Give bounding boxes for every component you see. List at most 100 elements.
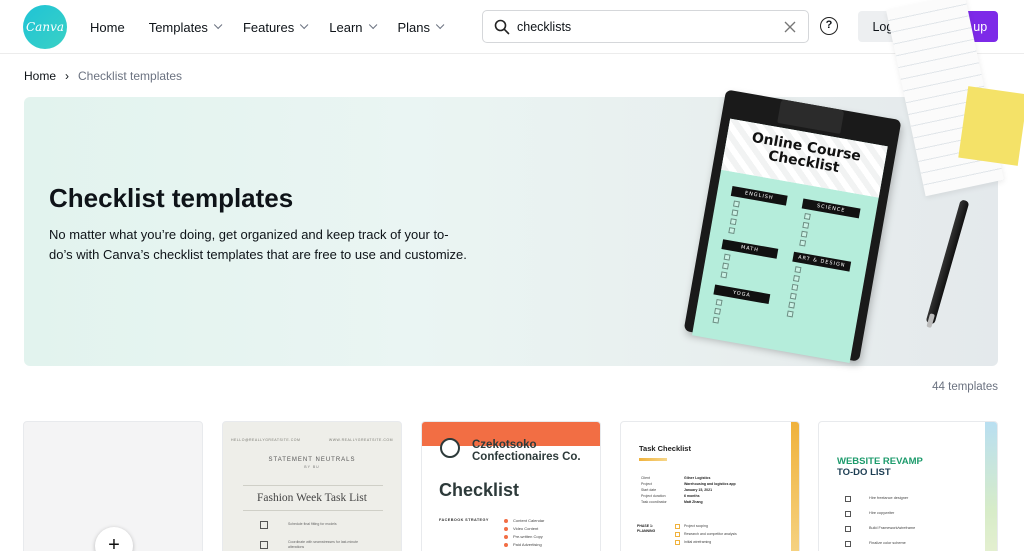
card-text: Gilner Logistics bbox=[684, 476, 711, 480]
checklist-sheet: Online Course Checklist ENGLISH SCIENCE … bbox=[691, 118, 888, 364]
checkbox-icon bbox=[722, 262, 729, 270]
card-text: Project scoping bbox=[684, 524, 708, 528]
card-text: Initial wireframing bbox=[684, 540, 712, 544]
template-card-task-checklist[interactable]: Task Checklist Client Gilner Logistics Pr… bbox=[620, 421, 800, 551]
nav-item-templates[interactable]: Templates bbox=[148, 18, 223, 36]
chevron-right-icon: › bbox=[65, 69, 70, 83]
search-box[interactable] bbox=[482, 10, 809, 43]
breadcrumb: Home › Checklist templates bbox=[24, 69, 182, 83]
page-description: No matter what you’re doing, get organiz… bbox=[49, 227, 467, 262]
search-input[interactable] bbox=[517, 17, 767, 37]
template-card-fashion-week[interactable]: HELLO@REALLYGREATSITE.COM WWW.REALLYGREA… bbox=[222, 421, 402, 551]
card-text: HELLO@REALLYGREATSITE.COM bbox=[231, 438, 301, 442]
card-text: Client bbox=[641, 476, 650, 480]
card-title: Fashion Week Task List bbox=[257, 492, 367, 504]
main-nav: Home Templates Features Learn Plans bbox=[90, 18, 465, 36]
nav-item-label: Templates bbox=[148, 19, 208, 35]
chevron-down-icon bbox=[435, 20, 445, 30]
checkbox-icon bbox=[792, 275, 800, 282]
checkbox-icon bbox=[260, 521, 268, 529]
card-text: Hire copywriter bbox=[869, 511, 895, 515]
template-count: 44 templates bbox=[932, 381, 998, 393]
card-text: Pre-written Copy bbox=[513, 534, 543, 539]
checkbox-icon bbox=[802, 221, 810, 229]
checkbox-icon bbox=[788, 301, 796, 309]
card-text: Hire freelance designer bbox=[869, 496, 909, 500]
card-text: Task coordinator bbox=[641, 500, 667, 504]
checkbox-icon bbox=[675, 540, 680, 545]
card-text: Build Framework/wireframe bbox=[869, 526, 916, 530]
checkbox-icon bbox=[794, 266, 802, 274]
card-text: Warehousing and logistics app bbox=[684, 482, 736, 486]
checkbox-icon bbox=[731, 209, 739, 217]
template-card-website-revamp[interactable]: WEBSITE REVAMP TO-DO LIST Hire freelance … bbox=[818, 421, 998, 551]
template-card-confection-checklist[interactable]: Czekotsoko Confectionaires Co. Checklist… bbox=[421, 421, 601, 551]
card-text: 6 months bbox=[684, 494, 700, 498]
checkbox-icon bbox=[845, 526, 851, 532]
checkbox-icon bbox=[845, 511, 851, 517]
card-text: Project bbox=[641, 482, 652, 486]
card-title: Checklist bbox=[439, 480, 520, 500]
card-text: Matt Zhang bbox=[684, 500, 703, 504]
card-text: Schedule final fitting for models bbox=[288, 522, 337, 526]
checkbox-icon bbox=[714, 307, 722, 315]
top-navigation-bar: Canva Home Templates Features Learn Plan… bbox=[0, 0, 1024, 54]
card-text: January 15, 2021 bbox=[684, 488, 713, 492]
chevron-down-icon bbox=[300, 20, 309, 30]
checkbox-icon bbox=[732, 200, 740, 208]
create-blank-card[interactable]: + bbox=[23, 421, 203, 551]
card-title: WEBSITE REVAMP TO-DO LIST bbox=[837, 456, 923, 478]
card-text: Paid Advertising bbox=[513, 542, 542, 547]
checkbox-icon bbox=[845, 496, 851, 502]
card-text: PHASE 1: PLANNING bbox=[637, 524, 656, 533]
nav-item-home[interactable]: Home bbox=[90, 18, 125, 36]
nav-item-learn[interactable]: Learn bbox=[329, 18, 377, 36]
nav-item-label: Plans bbox=[397, 19, 431, 35]
help-icon[interactable]: ? bbox=[820, 17, 838, 35]
checkbox-icon bbox=[728, 227, 736, 235]
card-title-line: WEBSITE REVAMP bbox=[837, 456, 923, 467]
card-title-line: TO-DO LIST bbox=[837, 467, 891, 478]
company-logo-icon bbox=[440, 438, 460, 458]
checkbox-icon bbox=[723, 253, 731, 261]
checkbox-icon bbox=[803, 212, 811, 220]
checkbox-icon bbox=[720, 271, 728, 279]
card-text: WWW.REALLYGREATSITE.COM bbox=[328, 438, 393, 442]
checkbox-icon bbox=[791, 283, 799, 291]
nav-item-label: Home bbox=[90, 19, 125, 35]
card-text: Video Content bbox=[513, 526, 539, 531]
card-text: Coordinate with seamstresses for last-mi… bbox=[288, 540, 359, 549]
checkbox-icon bbox=[260, 541, 268, 549]
close-icon[interactable] bbox=[783, 20, 797, 34]
page-title: Checklist templates bbox=[49, 183, 294, 213]
search-icon bbox=[494, 19, 510, 35]
nav-item-features[interactable]: Features bbox=[242, 18, 309, 36]
nav-item-label: Features bbox=[242, 19, 295, 35]
checkbox-icon bbox=[799, 239, 807, 247]
checkbox-icon bbox=[800, 230, 808, 238]
card-text: Project duration bbox=[641, 494, 666, 498]
breadcrumb-home-link[interactable]: Home bbox=[24, 69, 56, 83]
card-text: Finalize color scheme bbox=[869, 541, 906, 545]
plus-icon[interactable]: + bbox=[95, 527, 133, 551]
checkbox-icon bbox=[789, 292, 797, 300]
card-company: Czekotsoko Confectionaires Co. bbox=[472, 439, 581, 463]
card-text: Content Calendar bbox=[513, 518, 545, 523]
chevron-down-icon bbox=[368, 20, 377, 30]
checkbox-icon bbox=[715, 298, 723, 306]
checkbox-icon bbox=[845, 541, 851, 547]
checkbox-icon bbox=[675, 524, 680, 529]
checkbox-icon bbox=[729, 218, 737, 226]
card-text: Research and competitor analysis bbox=[684, 532, 737, 536]
chevron-down-icon bbox=[213, 20, 223, 30]
card-brand: STATEMENT NEUTRALS bbox=[268, 457, 356, 463]
card-text: BY BU bbox=[304, 465, 320, 469]
checkbox-icon bbox=[675, 532, 680, 537]
card-text: FACEBOOK STRATEGY bbox=[439, 518, 489, 522]
sticky-note-image bbox=[958, 86, 1024, 166]
nav-item-plans[interactable]: Plans bbox=[397, 18, 445, 36]
breadcrumb-current: Checklist templates bbox=[78, 69, 183, 83]
card-title: Task Checklist bbox=[639, 444, 691, 453]
checkbox-icon bbox=[712, 316, 720, 324]
canva-logo[interactable]: Canva bbox=[23, 5, 67, 49]
